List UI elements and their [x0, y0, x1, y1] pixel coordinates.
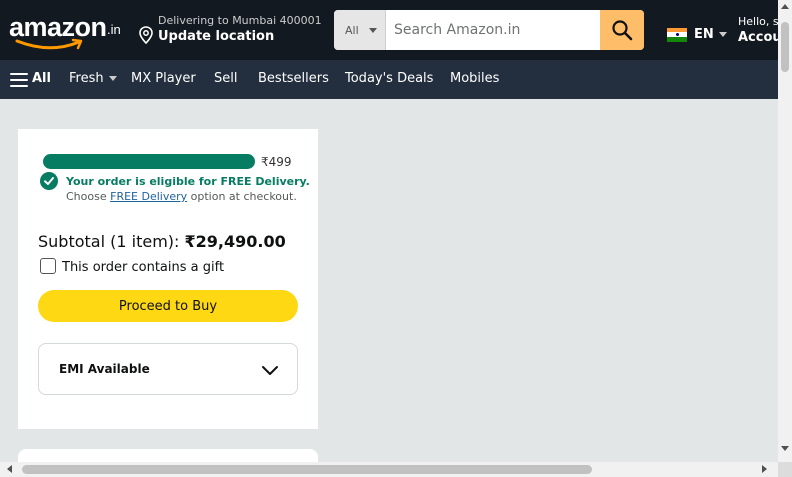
nav-item-mx-player[interactable]: MX Player: [131, 71, 196, 86]
logo-suffix: .in: [107, 22, 121, 37]
search-category-select[interactable]: All: [334, 10, 386, 50]
gift-checkbox-label[interactable]: This order contains a gift: [62, 260, 224, 275]
update-location-label: Update location: [158, 29, 275, 44]
language-selector[interactable]: EN: [667, 27, 727, 42]
top-navbar: amazon .in Delivering to Mumbai 400001 U…: [0, 0, 778, 60]
check-circle-icon: [40, 172, 58, 190]
nav-item-fresh[interactable]: Fresh: [69, 71, 117, 86]
nav-all[interactable]: All: [32, 71, 51, 86]
emi-label: EMI Available: [59, 362, 150, 376]
scroll-left-arrow-icon[interactable]: [7, 465, 12, 473]
india-flag-icon: [667, 27, 687, 42]
cart-summary-card: ₹499 Your order is eligible for FREE Del…: [18, 129, 318, 429]
free-delivery-link[interactable]: FREE Delivery: [110, 190, 187, 203]
caret-down-icon: [108, 76, 117, 81]
gift-checkbox[interactable]: [40, 258, 56, 274]
search-category-label: All: [345, 24, 359, 37]
search-input[interactable]: [386, 10, 600, 50]
nav-item-bestsellers[interactable]: Bestsellers: [258, 71, 329, 86]
emi-accordion[interactable]: EMI Available: [38, 343, 298, 395]
hint-prefix: Choose: [66, 190, 107, 203]
search-bar: All: [334, 10, 644, 50]
vertical-scroll-thumb[interactable]: [781, 22, 789, 72]
free-delivery-progress-bar: [43, 154, 255, 169]
caret-down-icon: [718, 32, 727, 37]
nav-item-sell[interactable]: Sell: [214, 71, 237, 86]
account-greeting: Hello, s: [738, 15, 778, 28]
nav-item-todays-deals[interactable]: Today's Deals: [345, 71, 433, 86]
scrollbar-corner: [778, 462, 792, 477]
nav-item-label: Fresh: [69, 71, 104, 86]
vertical-scrollbar[interactable]: [778, 0, 792, 462]
caret-down-icon: [369, 28, 377, 33]
horizontal-scrollbar[interactable]: [0, 462, 778, 477]
language-label: EN: [694, 27, 714, 42]
hint-suffix: option at checkout.: [190, 190, 297, 203]
scroll-down-arrow-icon[interactable]: [781, 446, 789, 451]
chevron-down-icon: [262, 366, 278, 375]
progress-threshold: ₹499: [261, 155, 292, 169]
subtotal: Subtotal (1 item): ₹29,490.00: [38, 232, 286, 251]
amazon-logo[interactable]: amazon .in: [9, 12, 124, 52]
scroll-right-arrow-icon[interactable]: [762, 465, 767, 473]
free-delivery-message: Your order is eligible for FREE Delivery…: [66, 175, 310, 188]
proceed-to-buy-button[interactable]: Proceed to Buy: [38, 290, 298, 322]
search-icon: [612, 20, 633, 41]
nav-item-mobiles[interactable]: Mobiles: [450, 71, 499, 86]
horizontal-scroll-thumb[interactable]: [22, 465, 592, 474]
account-menu[interactable]: Hello, s Accou: [738, 15, 778, 45]
location-pin-icon: [139, 26, 153, 44]
account-label: Accou: [738, 30, 778, 45]
sub-navbar: All Fresh MX Player Sell Bestsellers Tod…: [0, 60, 778, 99]
subtotal-value: ₹29,490.00: [184, 232, 286, 251]
hamburger-menu-icon[interactable]: [10, 73, 28, 87]
delivery-line1: Delivering to Mumbai 400001: [158, 14, 322, 27]
subtotal-label: Subtotal (1 item):: [38, 232, 180, 251]
logo-smile-icon: [15, 38, 83, 50]
scroll-up-arrow-icon[interactable]: [781, 4, 789, 9]
search-button[interactable]: [600, 10, 644, 50]
free-delivery-hint: Choose FREE Delivery option at checkout.: [66, 190, 297, 203]
